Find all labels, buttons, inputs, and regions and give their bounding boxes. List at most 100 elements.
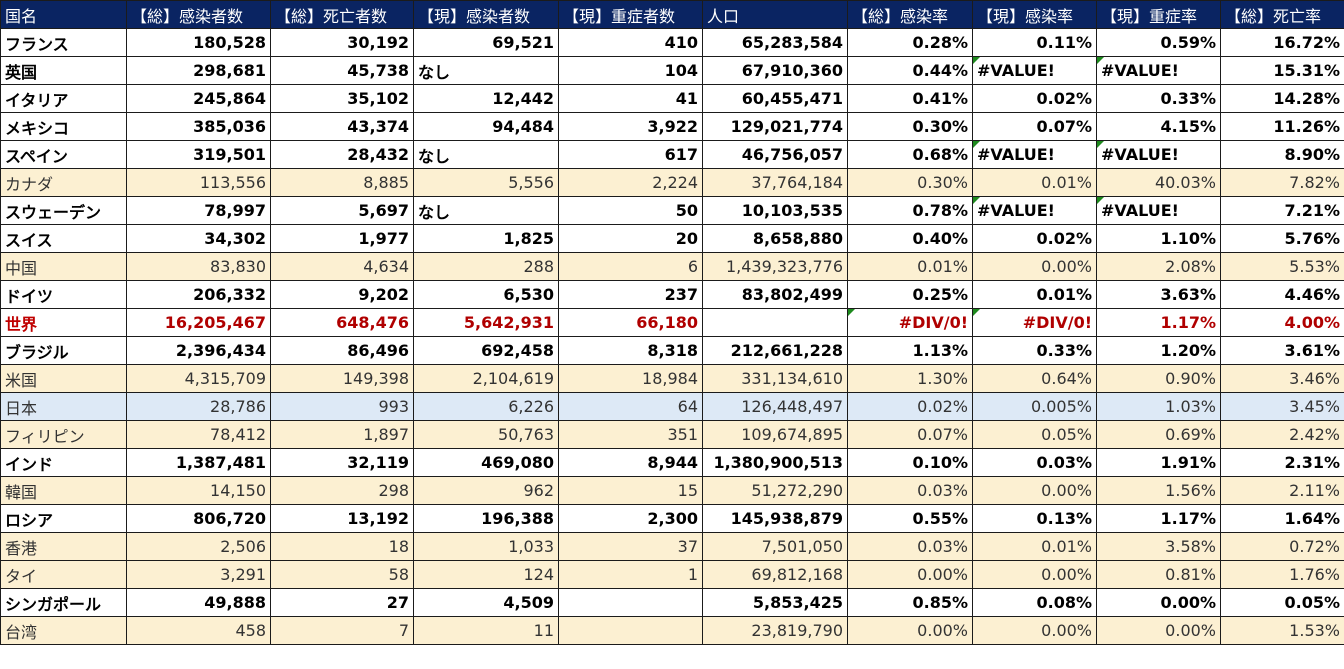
cell-country[interactable]: 米国 <box>0 364 127 393</box>
cell-total-deaths[interactable]: 18 <box>270 532 414 561</box>
cell-active-infection-rate[interactable]: 0.00% <box>972 476 1097 505</box>
cell-serious-cases[interactable]: 2,300 <box>558 504 703 533</box>
cell-country[interactable]: イタリア <box>0 84 127 113</box>
header-total-infection-rate[interactable]: 【総】感染率 <box>847 0 973 29</box>
header-population[interactable]: 人口 <box>702 0 848 29</box>
cell-total-infection-rate[interactable]: 1.13% <box>847 336 973 365</box>
cell-active-infection-rate[interactable]: 0.00% <box>972 616 1097 645</box>
cell-population[interactable]: 51,272,290 <box>702 476 848 505</box>
cell-total-infection-rate[interactable]: 0.41% <box>847 84 973 113</box>
cell-total-deaths[interactable]: 28,432 <box>270 140 414 169</box>
cell-population[interactable]: 10,103,535 <box>702 196 848 225</box>
cell-serious-rate[interactable]: 0.69% <box>1096 420 1221 449</box>
cell-serious-cases[interactable]: 8,318 <box>558 336 703 365</box>
cell-population[interactable]: 1,439,323,776 <box>702 252 848 281</box>
cell-total-deaths[interactable]: 9,202 <box>270 280 414 309</box>
cell-active-cases[interactable]: なし <box>413 140 559 169</box>
cell-total-infection-rate[interactable]: 0.00% <box>847 616 973 645</box>
cell-total-infection-rate[interactable]: 0.25% <box>847 280 973 309</box>
cell-total-infection-rate[interactable]: #DIV/0! <box>847 308 973 337</box>
cell-death-rate[interactable]: 5.76% <box>1220 224 1344 253</box>
cell-active-cases[interactable]: 2,104,619 <box>413 364 559 393</box>
cell-serious-cases[interactable]: 37 <box>558 532 703 561</box>
cell-active-cases[interactable]: 288 <box>413 252 559 281</box>
cell-active-infection-rate[interactable]: 0.01% <box>972 280 1097 309</box>
cell-active-infection-rate[interactable]: 0.03% <box>972 448 1097 477</box>
cell-total-cases[interactable]: 2,396,434 <box>126 336 271 365</box>
cell-population[interactable]: 126,448,497 <box>702 392 848 421</box>
cell-active-infection-rate[interactable]: 0.00% <box>972 560 1097 589</box>
cell-total-infection-rate[interactable]: 0.28% <box>847 28 973 57</box>
cell-country[interactable]: ロシア <box>0 504 127 533</box>
cell-serious-cases[interactable]: 351 <box>558 420 703 449</box>
cell-total-deaths[interactable]: 32,119 <box>270 448 414 477</box>
cell-serious-cases[interactable]: 104 <box>558 56 703 85</box>
cell-serious-rate[interactable]: #VALUE! <box>1096 140 1221 169</box>
cell-total-cases[interactable]: 34,302 <box>126 224 271 253</box>
cell-total-deaths[interactable]: 13,192 <box>270 504 414 533</box>
cell-population[interactable]: 7,501,050 <box>702 532 848 561</box>
cell-death-rate[interactable]: 0.05% <box>1220 588 1344 617</box>
cell-serious-cases[interactable]: 66,180 <box>558 308 703 337</box>
cell-total-deaths[interactable]: 27 <box>270 588 414 617</box>
cell-death-rate[interactable]: 3.45% <box>1220 392 1344 421</box>
cell-population[interactable]: 37,764,184 <box>702 168 848 197</box>
cell-total-cases[interactable]: 113,556 <box>126 168 271 197</box>
cell-country[interactable]: スペイン <box>0 140 127 169</box>
cell-active-infection-rate[interactable]: 0.005% <box>972 392 1097 421</box>
cell-total-infection-rate[interactable]: 0.30% <box>847 112 973 141</box>
cell-total-deaths[interactable]: 35,102 <box>270 84 414 113</box>
cell-death-rate[interactable]: 8.90% <box>1220 140 1344 169</box>
cell-total-deaths[interactable]: 5,697 <box>270 196 414 225</box>
cell-active-cases[interactable]: 12,442 <box>413 84 559 113</box>
cell-active-cases[interactable]: 5,642,931 <box>413 308 559 337</box>
cell-serious-cases[interactable] <box>558 588 703 617</box>
cell-active-infection-rate[interactable]: #VALUE! <box>972 56 1097 85</box>
cell-serious-rate[interactable]: 0.00% <box>1096 616 1221 645</box>
cell-total-infection-rate[interactable]: 0.07% <box>847 420 973 449</box>
cell-serious-cases[interactable] <box>558 616 703 645</box>
cell-active-infection-rate[interactable]: 0.05% <box>972 420 1097 449</box>
cell-death-rate[interactable]: 3.61% <box>1220 336 1344 365</box>
cell-active-infection-rate[interactable]: 0.02% <box>972 84 1097 113</box>
cell-total-cases[interactable]: 2,506 <box>126 532 271 561</box>
cell-country[interactable]: 台湾 <box>0 616 127 645</box>
cell-total-deaths[interactable]: 149,398 <box>270 364 414 393</box>
cell-country[interactable]: 世界 <box>0 308 127 337</box>
header-serious-cases[interactable]: 【現】重症者数 <box>558 0 703 29</box>
cell-country[interactable]: ブラジル <box>0 336 127 365</box>
cell-active-cases[interactable]: なし <box>413 196 559 225</box>
cell-total-infection-rate[interactable]: 0.55% <box>847 504 973 533</box>
cell-serious-rate[interactable]: 3.58% <box>1096 532 1221 561</box>
cell-total-infection-rate[interactable]: 0.03% <box>847 532 973 561</box>
cell-serious-cases[interactable]: 2,224 <box>558 168 703 197</box>
cell-country[interactable]: 中国 <box>0 252 127 281</box>
cell-serious-rate[interactable]: 1.91% <box>1096 448 1221 477</box>
cell-death-rate[interactable]: 5.53% <box>1220 252 1344 281</box>
cell-serious-rate[interactable]: 1.03% <box>1096 392 1221 421</box>
cell-death-rate[interactable]: 4.46% <box>1220 280 1344 309</box>
cell-active-cases[interactable]: 94,484 <box>413 112 559 141</box>
cell-total-cases[interactable]: 49,888 <box>126 588 271 617</box>
cell-country[interactable]: 英国 <box>0 56 127 85</box>
cell-total-deaths[interactable]: 45,738 <box>270 56 414 85</box>
cell-total-infection-rate[interactable]: 0.44% <box>847 56 973 85</box>
cell-death-rate[interactable]: 1.64% <box>1220 504 1344 533</box>
cell-active-cases[interactable]: 1,033 <box>413 532 559 561</box>
cell-total-cases[interactable]: 1,387,481 <box>126 448 271 477</box>
cell-total-infection-rate[interactable]: 0.00% <box>847 560 973 589</box>
cell-serious-rate[interactable]: 1.20% <box>1096 336 1221 365</box>
cell-serious-rate[interactable]: 0.90% <box>1096 364 1221 393</box>
cell-serious-rate[interactable]: 0.59% <box>1096 28 1221 57</box>
cell-active-infection-rate[interactable]: 0.02% <box>972 224 1097 253</box>
cell-serious-rate[interactable]: 2.08% <box>1096 252 1221 281</box>
cell-population[interactable]: 8,658,880 <box>702 224 848 253</box>
header-serious-rate[interactable]: 【現】重症率 <box>1096 0 1221 29</box>
cell-country[interactable]: 韓国 <box>0 476 127 505</box>
cell-total-deaths[interactable]: 648,476 <box>270 308 414 337</box>
cell-active-infection-rate[interactable]: 0.11% <box>972 28 1097 57</box>
cell-country[interactable]: スイス <box>0 224 127 253</box>
cell-total-deaths[interactable]: 30,192 <box>270 28 414 57</box>
cell-active-infection-rate[interactable]: #VALUE! <box>972 196 1097 225</box>
cell-death-rate[interactable]: 0.72% <box>1220 532 1344 561</box>
